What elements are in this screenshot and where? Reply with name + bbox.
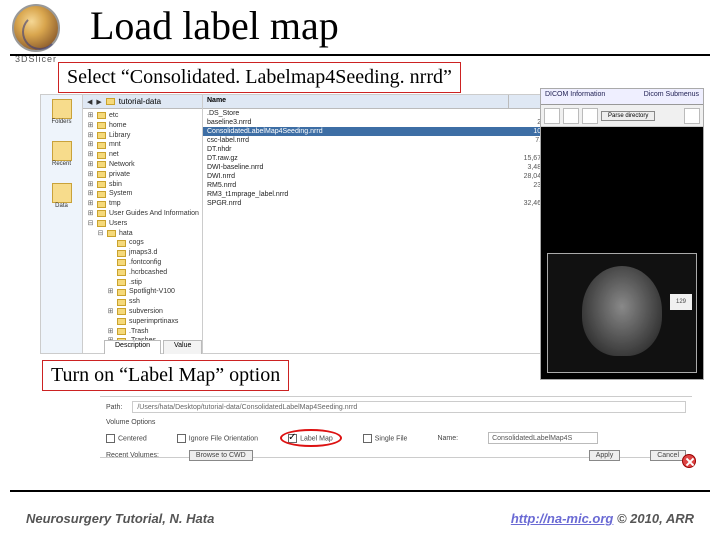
slide-title: Load label map: [90, 2, 339, 49]
viewer-panel: DICOM Information Dicom Submenus Parse d…: [540, 88, 704, 380]
footer-left: Neurosurgery Tutorial, N. Hata: [26, 511, 214, 526]
file-row[interactable]: RM5.nrrd238: [203, 181, 549, 190]
file-row[interactable]: RM3_t1mprage_label.nrrd7: [203, 190, 549, 199]
opt-centered[interactable]: Centered: [106, 434, 147, 443]
volume-options-panel: Path: /Users/hata/Desktop/tutorial-data/…: [100, 396, 692, 458]
file-open-dialog: Folders Recent Data ◀▶tutorial-data ⊞etc…: [40, 94, 550, 354]
callout-select-file: Select “Consolidated. Labelmap4Seeding. …: [58, 62, 461, 93]
tree-current: tutorial-data: [119, 97, 161, 106]
tab-description[interactable]: Description: [104, 340, 161, 354]
toolbar-icon[interactable]: [563, 108, 579, 124]
name-label: Name:: [437, 435, 458, 442]
place-recent[interactable]: Recent: [46, 141, 78, 177]
toolbar-icon[interactable]: [544, 108, 560, 124]
toolbar-icon[interactable]: [684, 108, 700, 124]
opt-label-map[interactable]: Label Map: [288, 434, 333, 443]
volume-options-label: Volume Options: [106, 419, 686, 426]
file-row[interactable]: DWI.nrrd28,043: [203, 172, 549, 181]
slice-index-badge: 129: [670, 294, 692, 310]
cancel-button[interactable]: Cancel: [650, 450, 686, 461]
divider: [10, 490, 710, 492]
file-row[interactable]: SPGR.nrrd32,461: [203, 199, 549, 208]
callout-label-map: Turn on “Label Map” option: [42, 360, 289, 391]
file-list: Name .DS_Store7 baseline3.nrrd25 Consoli…: [203, 95, 549, 353]
back-icon[interactable]: ◀: [87, 98, 92, 106]
file-row[interactable]: DWI-baseline.nrrd3,483: [203, 163, 549, 172]
dicom-submenu-label: Dicom Submenus: [644, 91, 699, 102]
fwd-icon[interactable]: ▶: [96, 98, 101, 106]
col-name[interactable]: Name: [203, 95, 509, 108]
file-row[interactable]: DT.raw.gz15,673: [203, 154, 549, 163]
file-row[interactable]: .DS_Store7: [203, 109, 549, 118]
highlight-circle-icon: [280, 429, 342, 447]
close-icon[interactable]: [682, 454, 696, 468]
file-row-selected[interactable]: ConsolidatedLabelMap4Seeding.nrrd101: [203, 127, 549, 136]
opt-single-file[interactable]: Single File: [363, 434, 408, 443]
dicom-info-label: DICOM Information: [545, 91, 605, 102]
divider: [10, 54, 710, 56]
apply-button[interactable]: Apply: [589, 450, 621, 461]
opt-ignore-orientation[interactable]: Ignore File Orientation: [177, 434, 258, 443]
path-field[interactable]: /Users/hata/Desktop/tutorial-data/Consol…: [132, 401, 686, 413]
recent-volumes-label: Recent Volumes:: [106, 452, 159, 459]
tab-value[interactable]: Value: [163, 340, 202, 354]
brain-slice-view[interactable]: 129: [547, 253, 697, 373]
name-field[interactable]: ConsolidatedLabelMap4S: [488, 432, 598, 444]
parse-directory-button[interactable]: Parse directory: [601, 111, 655, 121]
app-logo: [12, 4, 60, 52]
file-row[interactable]: baseline3.nrrd25: [203, 118, 549, 127]
place-data[interactable]: Data: [46, 183, 78, 219]
path-label: Path:: [106, 404, 122, 411]
footer-right: http://na-mic.org © 2010, ARR: [511, 511, 694, 526]
folder-tree[interactable]: ◀▶tutorial-data ⊞etc ⊞home ⊞Library ⊞mnt…: [83, 95, 203, 353]
file-row[interactable]: csc-label.nrrd7.5: [203, 136, 549, 145]
file-row[interactable]: DT.nhdr: [203, 145, 549, 154]
toolbar-icon[interactable]: [582, 108, 598, 124]
places-sidebar: Folders Recent Data: [41, 95, 83, 353]
place-folders[interactable]: Folders: [46, 99, 78, 135]
footer-link[interactable]: http://na-mic.org: [511, 511, 614, 526]
browse-cwd-button[interactable]: Browse to CWD: [189, 450, 253, 461]
